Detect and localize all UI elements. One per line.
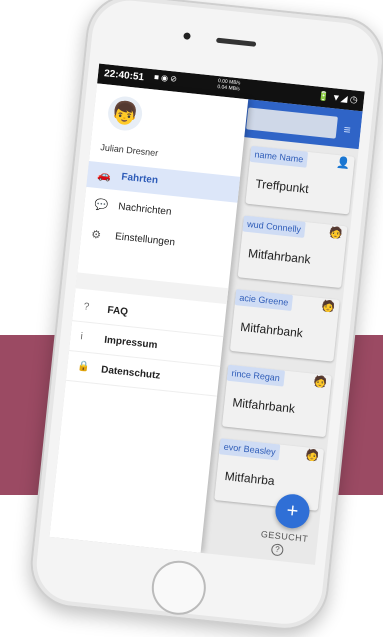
chat-bubble-icon: 💬 <box>93 198 109 213</box>
ride-card[interactable]: rince Regan 🧑 Mitfahrbank <box>221 364 332 438</box>
ride-place: Treffpunkt <box>254 176 310 197</box>
ride-card[interactable]: acie Greene 🧑 Mitfahrbank <box>229 289 340 362</box>
ride-place: Mitfahrbank <box>239 319 304 341</box>
nav-item-label: FAQ <box>106 304 129 318</box>
ride-card[interactable]: name Name 👤 Treffpunkt <box>245 145 355 215</box>
car-icon: 🚗 <box>96 169 112 183</box>
camera-dot <box>183 32 191 40</box>
ride-place: Mitfahrbank <box>231 395 296 416</box>
ride-place: Mitfahrbank <box>247 246 312 267</box>
person-outline-icon: 👤 <box>335 156 351 171</box>
driver-chip: name Name <box>249 145 309 168</box>
nav-item-label: Einstellungen <box>114 231 176 249</box>
driver-avatar-icon: 🧑 <box>305 449 320 463</box>
info-icon: i <box>79 331 84 343</box>
driver-chip: wud Connelly <box>242 215 306 238</box>
user-name: Julian Dresner <box>99 142 159 159</box>
driver-chip: rince Regan <box>226 364 285 387</box>
status-time: 22:40:51 <box>103 68 145 84</box>
filter-icon[interactable]: ≡ <box>343 122 351 137</box>
question-circle-icon: ? <box>270 543 284 557</box>
nav-item-label: Fahrten <box>120 171 159 187</box>
driver-avatar-icon: 🧑 <box>312 375 328 390</box>
nav-item-label: Datenschutz <box>100 364 161 382</box>
driver-avatar-icon: 🧑 <box>328 226 344 240</box>
lock-icon: 🔒 <box>76 360 91 374</box>
status-notification-icons: ■ ◉ ⊘ <box>153 72 178 84</box>
status-system-icons: 🔋 ▼◢ ◷ <box>317 90 359 105</box>
driver-avatar-icon: 🧑 <box>320 300 336 314</box>
ride-card[interactable]: wud Connelly 🧑 Mitfahrbank <box>237 215 348 289</box>
home-button[interactable] <box>149 558 209 618</box>
person-avatar-icon: 👦 <box>106 94 144 133</box>
speaker-grille <box>216 37 257 47</box>
driver-chip: evor Beasley <box>219 438 281 461</box>
driver-chip: acie Greene <box>234 289 294 311</box>
status-speed: 0.00 MB/s 0.04 MB/s <box>217 78 241 93</box>
phone-screen: 22:40:51 ■ ◉ ⊘ 0.00 MB/s 0.04 MB/s 🔋 ▼◢ … <box>49 63 365 565</box>
nav-item-label: Nachrichten <box>117 201 172 218</box>
nav-item-label: Impressum <box>103 334 158 352</box>
phone-body: 22:40:51 ■ ◉ ⊘ 0.00 MB/s 0.04 MB/s 🔋 ▼◢ … <box>26 0 383 635</box>
gear-icon: ⚙ <box>90 228 102 242</box>
question-icon: ? <box>83 301 90 313</box>
sought-label: GESUCHT <box>260 529 309 544</box>
ride-place: Mitfahrba <box>224 468 276 489</box>
phone-mockup: 22:40:51 ■ ◉ ⊘ 0.00 MB/s 0.04 MB/s 🔋 ▼◢ … <box>26 0 383 635</box>
ride-card[interactable]: evor Beasley 🧑 Mitfahrba <box>214 438 325 511</box>
